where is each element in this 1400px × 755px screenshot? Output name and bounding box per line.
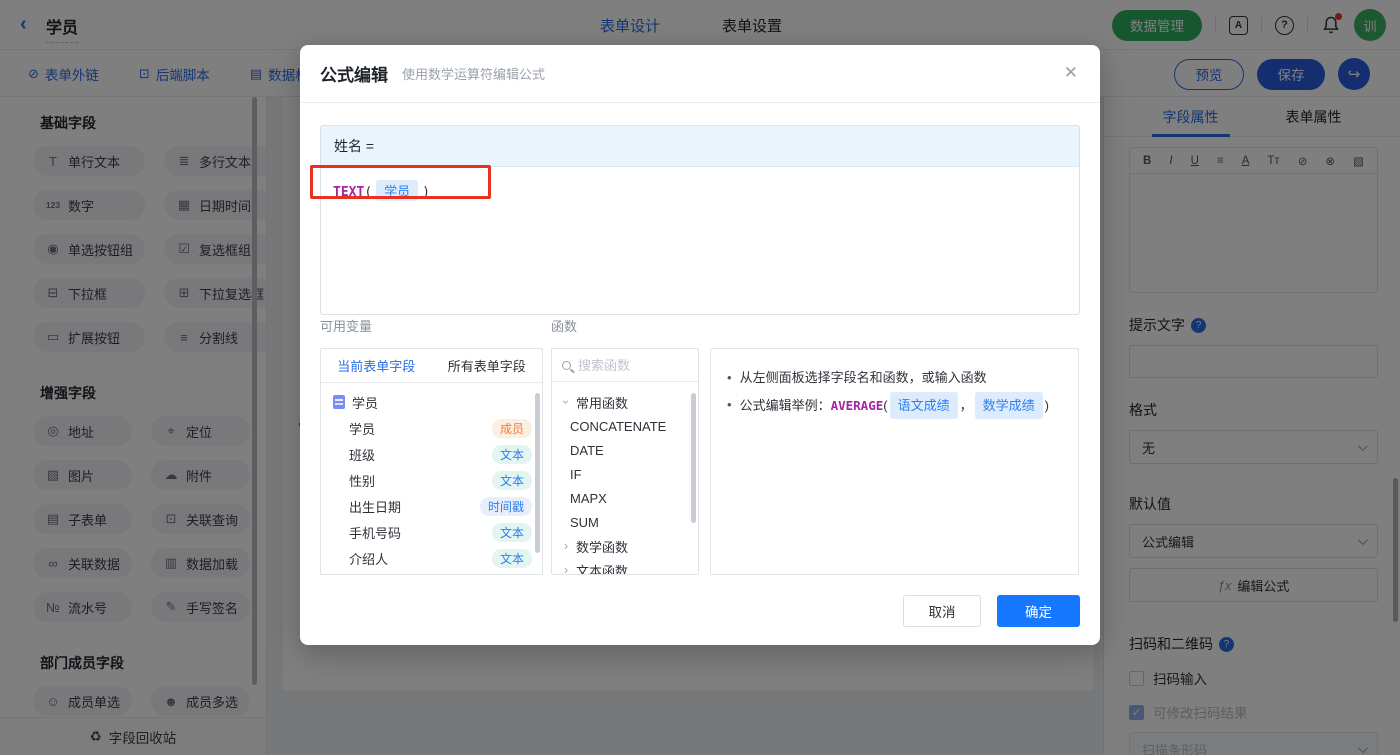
tip-example: 公式编辑举例：AVERAGE(语文成绩，数学成绩) <box>740 392 1049 419</box>
modal-title: 公式编辑 <box>320 66 388 85</box>
chevron-down-icon: › <box>559 400 573 404</box>
field-chip: 语文成绩 <box>889 392 958 419</box>
function-search[interactable] <box>552 349 698 382</box>
close-paren: ) <box>1044 398 1049 413</box>
comma: ， <box>959 398 973 413</box>
tip-line: • 从左侧面板选择字段名和函数，或输入函数 <box>727 365 1062 390</box>
tip-example-prefix: 公式编辑举例： <box>739 398 831 413</box>
app-screen: ‹ 学员 表单设计 表单设置 数据管理 A ? 训 ⊘ 表单外链 <box>0 0 1400 755</box>
formula-edit-modal: 公式编辑 使用数学运算符编辑公式 ✕ 姓名 = TEXT(学员) 可用变量 函数… <box>300 45 1100 645</box>
function-group-text[interactable]: › 文本函数 <box>552 558 698 575</box>
variable-name: 班级 <box>349 447 376 463</box>
variable-name: 学员 <box>349 421 376 437</box>
function-name: DATE <box>570 442 604 458</box>
formula-expression[interactable]: TEXT(学员) <box>321 167 1079 214</box>
variable-row[interactable]: 性别 文本 <box>321 467 542 493</box>
variable-name: 介绍人 <box>349 551 389 567</box>
field-chip[interactable]: 学员 <box>376 180 419 201</box>
search-icon <box>562 360 571 370</box>
group-label: 数学函数 <box>576 539 629 555</box>
function-name: MAPX <box>570 490 607 506</box>
tip-line-example: • 公式编辑举例：AVERAGE(语文成绩，数学成绩) <box>727 392 1062 419</box>
tab-all-form-fields[interactable]: 所有表单字段 <box>432 349 543 382</box>
variable-row[interactable]: 出生日期 时间戳 <box>321 493 542 519</box>
close-paren: ) <box>422 185 430 200</box>
type-badge: 文本 <box>491 444 532 464</box>
form-node[interactable]: 学员 <box>321 389 542 415</box>
form-node-label: 学员 <box>352 395 379 411</box>
type-badge: 文本 <box>491 470 532 490</box>
variable-name: 手机号码 <box>349 525 402 541</box>
variable-row[interactable]: 手机号码 文本 <box>321 519 542 545</box>
tab-current-form-fields[interactable]: 当前表单字段 <box>321 349 432 382</box>
bullet: • <box>727 370 732 385</box>
variable-row[interactable]: 班级 文本 <box>321 441 542 467</box>
chevron-right-icon: › <box>564 563 568 575</box>
functions-panel: ›常用函数 CONCATENATE DATE IF MAPX SUM ›数学函数… <box>551 348 699 575</box>
modal-header: 公式编辑 使用数学运算符编辑公式 ✕ <box>300 45 1100 103</box>
functions-label: 函数 <box>551 319 578 334</box>
tip-text: 从左侧面板选择字段名和函数，或输入函数 <box>739 370 987 385</box>
formula-editor[interactable]: 姓名 = TEXT(学员) <box>320 125 1080 315</box>
form-doc-icon <box>333 395 345 409</box>
open-paren: ( <box>364 185 373 200</box>
function-group-math[interactable]: › 数学函数 <box>552 534 698 558</box>
cancel-button[interactable]: 取消 <box>903 595 981 627</box>
open-paren: ( <box>883 398 888 413</box>
variable-row[interactable]: 介绍人 文本 <box>321 545 542 571</box>
variable-name: 出生日期 <box>349 499 402 515</box>
function-name: SUM <box>570 514 599 530</box>
function-item[interactable]: SUM <box>552 510 698 534</box>
variable-name: 性别 <box>349 473 376 489</box>
function-item[interactable]: MAPX <box>552 486 698 510</box>
bullet: • <box>727 397 732 412</box>
formula-function-name: TEXT <box>333 185 365 200</box>
field-chip: 数学成绩 <box>974 392 1043 419</box>
variables-label: 可用变量 <box>320 319 373 334</box>
confirm-button[interactable]: 确定 <box>997 595 1080 627</box>
functions-scrollbar[interactable] <box>691 393 696 523</box>
type-badge: 文本 <box>491 548 532 568</box>
function-item[interactable]: IF <box>552 462 698 486</box>
type-badge: 文本 <box>491 522 532 542</box>
function-name: IF <box>570 466 582 482</box>
chevron-right-icon: › <box>564 539 568 553</box>
function-name: CONCATENATE <box>570 418 667 434</box>
function-group-common[interactable]: › 常用函数 <box>552 390 698 414</box>
variables-panel: 当前表单字段 所有表单字段 学员 学员 成员 班级 文本 性别 文本 出生日期 时间戳 … <box>320 348 543 575</box>
type-badge: 时间戳 <box>479 496 532 516</box>
modal-subtitle: 使用数学运算符编辑公式 <box>402 67 546 82</box>
type-badge: 成员 <box>491 418 532 438</box>
formula-target: 姓名 = <box>321 126 1079 167</box>
function-item[interactable]: CONCATENATE <box>552 414 698 438</box>
variable-row[interactable]: 学员 成员 <box>321 415 542 441</box>
example-function-name: AVERAGE <box>830 398 884 413</box>
function-item[interactable]: DATE <box>552 438 698 462</box>
group-label: 文本函数 <box>576 563 629 575</box>
function-search-input[interactable] <box>578 357 678 373</box>
close-icon[interactable]: ✕ <box>1064 63 1078 83</box>
tips-panel: • 从左侧面板选择字段名和函数，或输入函数 • 公式编辑举例：AVERAGE(语… <box>710 348 1079 575</box>
variables-scrollbar[interactable] <box>535 393 540 553</box>
group-label: 常用函数 <box>576 395 629 411</box>
